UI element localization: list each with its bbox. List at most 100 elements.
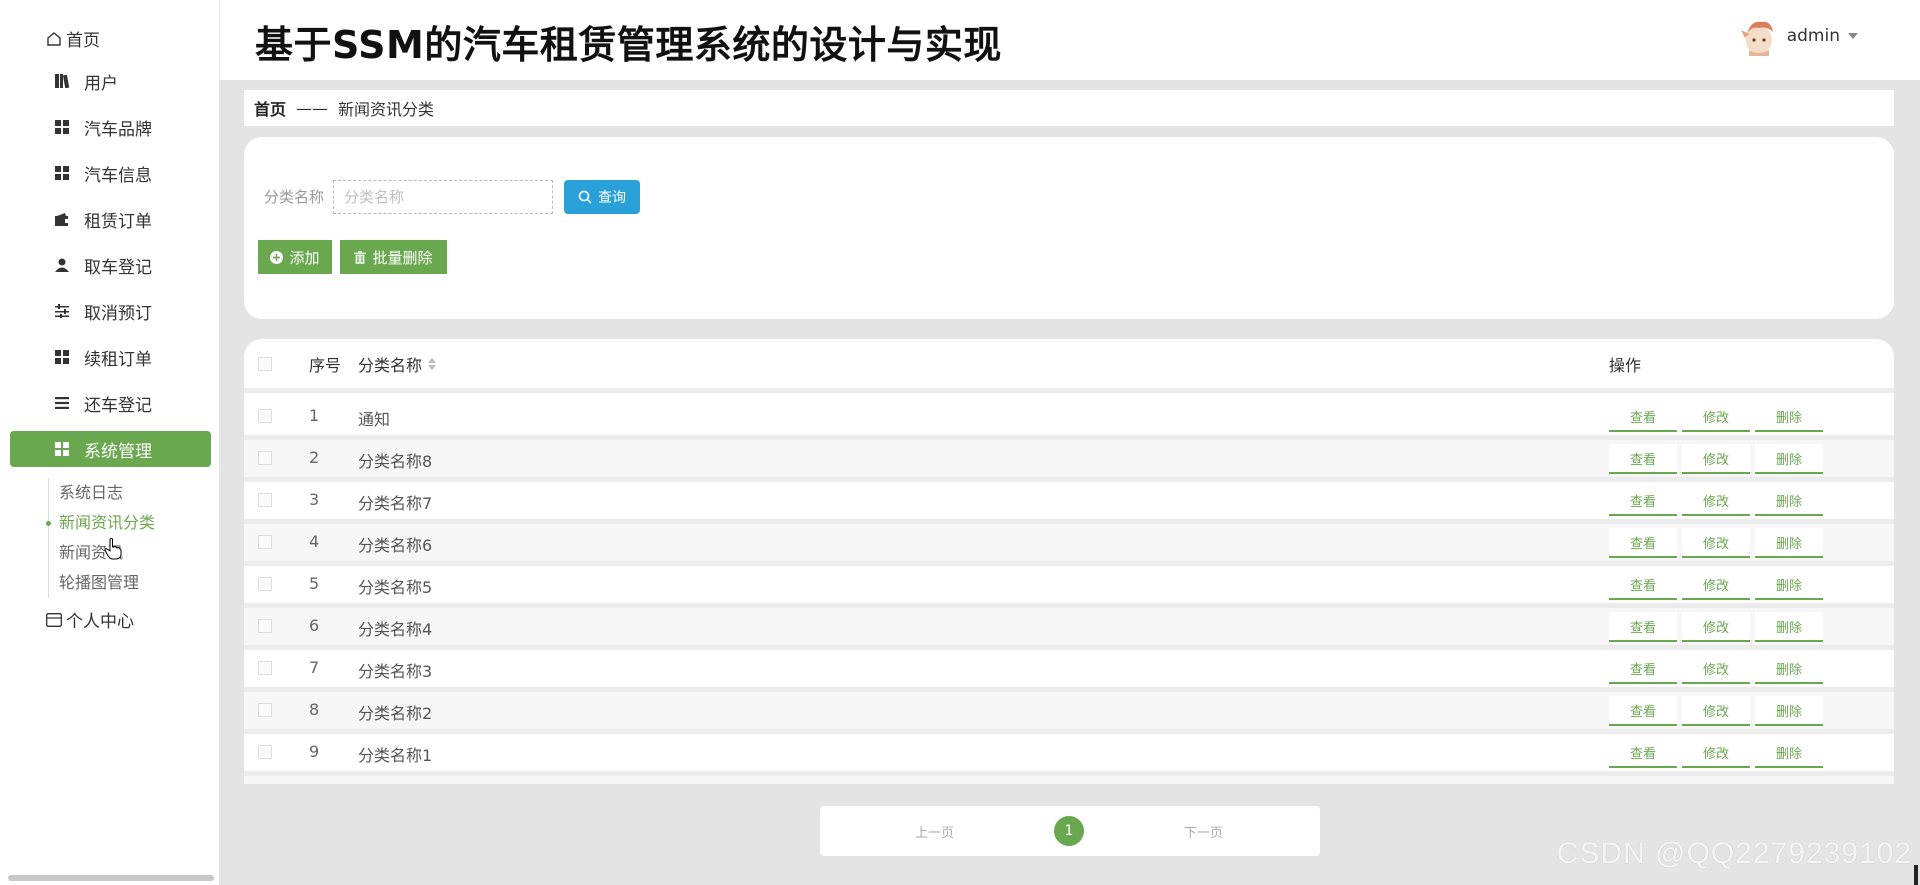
edit-button[interactable]: 修改 [1682, 612, 1750, 642]
delete-button[interactable]: 删除 [1755, 738, 1823, 768]
row-actions: 查看 修改 删除 [1609, 402, 1828, 432]
row-category-name: 分类名称8 [358, 452, 433, 471]
view-button[interactable]: 查看 [1609, 696, 1677, 726]
row-no: 7 [309, 658, 320, 677]
row-checkbox[interactable] [258, 409, 272, 423]
breadcrumb: 首页 —— 新闻资讯分类 [244, 90, 1894, 126]
delete-button[interactable]: 删除 [1755, 570, 1823, 600]
row-checkbox[interactable] [258, 577, 272, 591]
delete-button[interactable]: 删除 [1755, 528, 1823, 558]
row-no: 5 [309, 574, 320, 593]
sidebar-item-rental-orders[interactable]: 租赁订单 [10, 201, 211, 237]
add-button[interactable]: 添加 [258, 240, 332, 274]
breadcrumb-home[interactable]: 首页 [254, 96, 286, 120]
page-title: 基于SSM的汽车租赁管理系统的设计与实现 [255, 23, 1002, 67]
edit-button[interactable]: 修改 [1682, 696, 1750, 726]
view-button[interactable]: 查看 [1609, 528, 1677, 558]
edit-button[interactable]: 修改 [1682, 738, 1750, 768]
table-row: 1 通知 查看 修改 删除 [244, 398, 1894, 440]
delete-button[interactable]: 删除 [1755, 444, 1823, 474]
delete-button[interactable]: 删除 [1755, 402, 1823, 432]
submenu-item-news-category[interactable]: 新闻资讯分类 [45, 508, 155, 538]
sidebar-item-car-info[interactable]: 汽车信息 [10, 155, 211, 191]
sidebar-item-home[interactable]: 首页 [44, 26, 100, 51]
column-header-no: 序号 [309, 355, 342, 375]
sidebar-submenu: 系统日志 新闻资讯分类 新闻资讯 轮播图管理 [45, 478, 155, 598]
home-icon [44, 29, 64, 49]
sidebar-item-car-brand[interactable]: 汽车品牌 [10, 109, 211, 145]
table-row: 4 分类名称6 查看 修改 删除 [244, 524, 1894, 566]
submenu-item-news[interactable]: 新闻资讯 [49, 538, 155, 568]
table-row: 2 分类名称8 查看 修改 删除 [244, 440, 1894, 482]
row-checkbox[interactable] [258, 619, 272, 633]
sidebar-home-label: 首页 [66, 31, 100, 51]
query-button[interactable]: 查询 [564, 180, 640, 214]
row-category-name: 分类名称3 [358, 662, 433, 681]
book-icon [54, 73, 70, 89]
next-page-button[interactable]: 下一页 [1184, 822, 1223, 841]
row-checkbox[interactable] [258, 451, 272, 465]
page-number-current[interactable]: 1 [1054, 816, 1084, 846]
table-row: 8 分类名称2 查看 修改 删除 [244, 692, 1894, 734]
chevron-down-icon [1848, 33, 1858, 39]
row-category-name: 分类名称1 [358, 746, 433, 765]
row-actions: 查看 修改 删除 [1609, 612, 1828, 642]
edit-button[interactable]: 修改 [1682, 570, 1750, 600]
wallet-icon [54, 211, 70, 227]
row-no: 2 [309, 448, 320, 467]
edit-button[interactable]: 修改 [1682, 486, 1750, 516]
row-checkbox[interactable] [258, 493, 272, 507]
row-checkbox[interactable] [258, 661, 272, 675]
sidebar-item-system-management[interactable]: 系统管理 [10, 431, 211, 467]
grid-icon [54, 441, 70, 457]
sidebar-item-label: 续租订单 [84, 349, 152, 370]
view-button[interactable]: 查看 [1609, 738, 1677, 768]
sidebar-item-renewal-orders[interactable]: 续租订单 [10, 339, 211, 375]
view-button[interactable]: 查看 [1609, 402, 1677, 432]
sidebar-scrollbar[interactable] [8, 875, 214, 881]
sidebar-item-pickup[interactable]: 取车登记 [10, 247, 211, 283]
row-no: 1 [309, 406, 320, 425]
user-menu[interactable]: admin [1740, 16, 1858, 56]
view-button[interactable]: 查看 [1609, 444, 1677, 474]
sidebar-item-label: 汽车信息 [84, 165, 152, 186]
sidebar-item-label: 取消预订 [84, 303, 152, 324]
sidebar-item-return[interactable]: 还车登记 [10, 385, 211, 421]
row-actions: 查看 修改 删除 [1609, 444, 1828, 474]
category-name-search-input[interactable] [333, 180, 553, 214]
submenu-item-carousel[interactable]: 轮播图管理 [49, 568, 155, 598]
sidebar-personal-label: 个人中心 [66, 612, 134, 632]
table-row: 6 分类名称4 查看 修改 删除 [244, 608, 1894, 650]
delete-button[interactable]: 删除 [1755, 486, 1823, 516]
submenu-item-system-log[interactable]: 系统日志 [49, 478, 155, 508]
delete-button[interactable]: 删除 [1755, 654, 1823, 684]
row-checkbox[interactable] [258, 745, 272, 759]
sidebar-item-personal-center[interactable]: 个人中心 [44, 607, 134, 632]
prev-page-button[interactable]: 上一页 [915, 822, 954, 841]
username: admin [1786, 26, 1840, 46]
sidebar-item-users[interactable]: 用户 [10, 63, 211, 99]
row-checkbox[interactable] [258, 703, 272, 717]
table-row: 3 分类名称7 查看 修改 删除 [244, 482, 1894, 524]
edit-button[interactable]: 修改 [1682, 444, 1750, 474]
sidebar-menu: 用户 汽车品牌 汽车信息 租赁订单 取车登记 取消预订 续租订单 还车登记 系统… [10, 63, 211, 477]
delete-button[interactable]: 删除 [1755, 612, 1823, 642]
search-label: 分类名称 [264, 188, 325, 206]
view-button[interactable]: 查看 [1609, 612, 1677, 642]
column-header-name[interactable]: 分类名称 [358, 352, 437, 376]
edit-button[interactable]: 修改 [1682, 654, 1750, 684]
delete-button[interactable]: 删除 [1755, 696, 1823, 726]
row-category-name: 分类名称4 [358, 620, 433, 639]
edit-button[interactable]: 修改 [1682, 528, 1750, 558]
view-button[interactable]: 查看 [1609, 486, 1677, 516]
sort-icon[interactable] [428, 357, 437, 370]
row-checkbox[interactable] [258, 535, 272, 549]
view-button[interactable]: 查看 [1609, 654, 1677, 684]
row-category-name: 分类名称2 [358, 704, 433, 723]
sidebar-item-cancel-booking[interactable]: 取消预订 [10, 293, 211, 329]
view-button[interactable]: 查看 [1609, 570, 1677, 600]
row-category-name: 分类名称6 [358, 536, 433, 555]
edit-button[interactable]: 修改 [1682, 402, 1750, 432]
batch-delete-button[interactable]: 批量删除 [340, 240, 447, 274]
select-all-checkbox[interactable] [258, 356, 272, 371]
